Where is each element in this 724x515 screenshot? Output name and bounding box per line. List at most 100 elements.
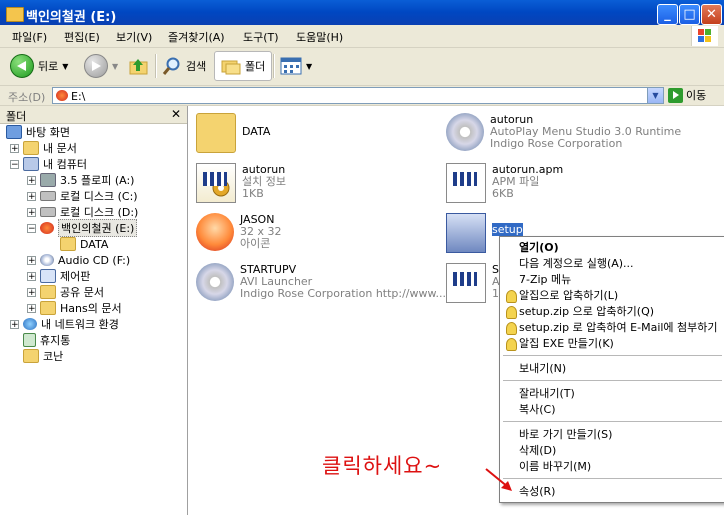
menu-zip-email[interactable]: setup.zip 로 압축하여 E-Mail에 첨부하기: [500, 319, 724, 335]
minimize-button[interactable]: _: [657, 4, 678, 25]
file-type: 아이콘: [240, 237, 271, 250]
back-button[interactable]: 뒤로 ▼: [10, 52, 68, 80]
menu-7zip[interactable]: 7-Zip 메뉴: [500, 271, 724, 287]
address-input[interactable]: E:\ ▼: [52, 87, 664, 104]
alzip-icon: [506, 306, 517, 319]
expand-icon[interactable]: +: [10, 319, 19, 329]
menu-edit[interactable]: 편집(E): [64, 29, 100, 45]
tree-item-my-documents[interactable]: + 내 문서: [10, 140, 77, 156]
forward-dropdown-icon[interactable]: ▼: [112, 62, 118, 71]
menu-copy[interactable]: 복사(C): [500, 401, 724, 417]
desktop-icon: [6, 125, 22, 139]
folder-pane-title: 폴더: [6, 110, 27, 123]
menu-delete[interactable]: 삭제(D): [500, 442, 724, 458]
folder-pane: 폴더 ✕ 바탕 화면 + 내 문서 − 내 컴퓨터 + 3.5 플로피 (A:)…: [0, 106, 188, 515]
back-dropdown-icon[interactable]: ▼: [62, 62, 68, 71]
menu-label: 이름 바꾸기(M): [519, 460, 592, 473]
folders-button[interactable]: 폴더: [214, 51, 273, 81]
tree-item-desktop[interactable]: 바탕 화면: [6, 124, 70, 140]
tree-item-shared-docs[interactable]: + 공유 문서: [27, 284, 104, 300]
tree-item-recycle-bin[interactable]: 휴지통: [23, 332, 70, 348]
expand-icon[interactable]: +: [27, 271, 36, 281]
expand-icon[interactable]: +: [27, 175, 36, 185]
tree-item-floppy[interactable]: + 3.5 플로피 (A:): [27, 172, 134, 188]
expand-icon[interactable]: +: [10, 143, 19, 153]
tree-item-conan[interactable]: 코난: [23, 348, 63, 364]
menu-separator: [503, 421, 722, 422]
address-dropdown-icon[interactable]: ▼: [647, 88, 663, 103]
file-item-data[interactable]: DATA: [196, 113, 270, 153]
folder-pane-close-button[interactable]: ✕: [171, 107, 181, 121]
tree-item-control-panel[interactable]: + 제어판: [27, 268, 90, 284]
file-item-autorun-apm[interactable]: autorun.apm APM 파일 6KB: [446, 163, 563, 203]
menu-bar: 파일(F) 편집(E) 보기(V) 즐겨찾기(A) 도구(T) 도움말(H): [0, 25, 724, 48]
setup-icon: [446, 213, 486, 253]
menu-label: 보내기(N): [519, 362, 567, 375]
menu-tools[interactable]: 도구(T): [243, 29, 279, 45]
control-panel-icon: [40, 269, 56, 283]
menu-run-as[interactable]: 다음 계정으로 실행(A)...: [500, 255, 724, 271]
menu-create-shortcut[interactable]: 바로 가기 만들기(S): [500, 426, 724, 442]
search-button[interactable]: 검색: [162, 52, 206, 80]
file-item-autorun-inf[interactable]: autorun 설치 정보 1KB: [196, 163, 286, 203]
close-button[interactable]: ✕: [701, 4, 722, 25]
menu-label: 다음 계정으로 실행(A)...: [519, 257, 634, 270]
folder-icon: [23, 141, 39, 155]
file-item-jason[interactable]: JASON 32 x 32 아이콘: [196, 213, 282, 251]
collapse-icon[interactable]: −: [27, 223, 36, 233]
tree-item-drive-e[interactable]: − 백인의철권 (E:): [27, 219, 138, 237]
folder-icon: [196, 113, 236, 153]
tree-item-disk-c[interactable]: + 로컬 디스크 (C:): [27, 188, 138, 204]
tree-item-disk-d[interactable]: + 로컬 디스크 (D:): [27, 204, 138, 220]
file-company: Indigo Rose Corporation http://www....: [240, 287, 450, 300]
maximize-button[interactable]: □: [679, 4, 700, 25]
cd-icon: [196, 263, 234, 301]
views-dropdown-icon[interactable]: ▼: [306, 62, 312, 71]
menu-alzip-compress[interactable]: 알집으로 압축하기(L): [500, 287, 724, 303]
folders-icon: [221, 60, 241, 75]
menu-view[interactable]: 보기(V): [116, 29, 152, 45]
menu-send-to[interactable]: 보내기(N): [500, 360, 724, 376]
tree-label: 휴지통: [40, 334, 71, 347]
expand-icon[interactable]: +: [27, 207, 36, 217]
menu-cut[interactable]: 잘라내기(T): [500, 385, 724, 401]
toolbar-separator: [155, 54, 157, 78]
views-button[interactable]: ▼: [280, 52, 312, 80]
menu-help[interactable]: 도움말(H): [296, 29, 343, 45]
tree-label: Audio CD (F:): [58, 253, 131, 267]
menu-alzip-exe[interactable]: 알집 EXE 만들기(K): [500, 335, 724, 351]
file-item-autorun-exe[interactable]: autorun AutoPlay Menu Studio 3.0 Runtime…: [446, 113, 681, 151]
go-button[interactable]: 이동: [668, 87, 706, 103]
menu-zip-compress[interactable]: setup.zip 으로 압축하기(Q): [500, 303, 724, 319]
up-button[interactable]: [128, 52, 150, 80]
menu-label: 알집 EXE 만들기(K): [519, 337, 614, 350]
tree-item-my-computer[interactable]: − 내 컴퓨터: [10, 156, 87, 172]
folder-pane-header: 폴더 ✕: [0, 106, 187, 124]
forward-button[interactable]: ▼: [84, 52, 118, 80]
menu-file[interactable]: 파일(F): [12, 29, 47, 45]
views-icon: [280, 57, 302, 75]
menu-open[interactable]: 열기(O): [500, 239, 724, 255]
tree-item-network[interactable]: + 내 네트워크 환경: [10, 316, 119, 332]
tree-label: 3.5 플로피 (A:): [60, 174, 135, 187]
tree-item-hans-docs[interactable]: + Hans의 문서: [27, 300, 122, 316]
menu-label: 잘라내기(T): [519, 387, 575, 400]
address-value: E:\: [71, 90, 86, 103]
expand-icon[interactable]: +: [27, 255, 36, 265]
menu-favorites[interactable]: 즐겨찾기(A): [168, 29, 225, 45]
tree-label: 로컬 디스크 (C:): [60, 190, 138, 203]
go-arrow-icon: [668, 87, 683, 103]
back-arrow-icon: [10, 54, 34, 78]
alzip-icon: [506, 338, 517, 351]
expand-icon[interactable]: +: [27, 287, 36, 297]
file-item-s[interactable]: S A 1: [446, 263, 500, 303]
menu-rename[interactable]: 이름 바꾸기(M): [500, 458, 724, 474]
expand-icon[interactable]: +: [27, 191, 36, 201]
file-name: DATA: [242, 125, 271, 138]
collapse-icon[interactable]: −: [10, 159, 19, 169]
tree-item-audio-cd[interactable]: + Audio CD (F:): [27, 252, 130, 268]
menu-properties[interactable]: 속성(R): [500, 483, 724, 499]
tree-item-data[interactable]: DATA: [60, 236, 108, 252]
file-item-startupv[interactable]: STARTUPV AVI Launcher Indigo Rose Corpor…: [196, 263, 449, 301]
expand-icon[interactable]: +: [27, 303, 36, 313]
